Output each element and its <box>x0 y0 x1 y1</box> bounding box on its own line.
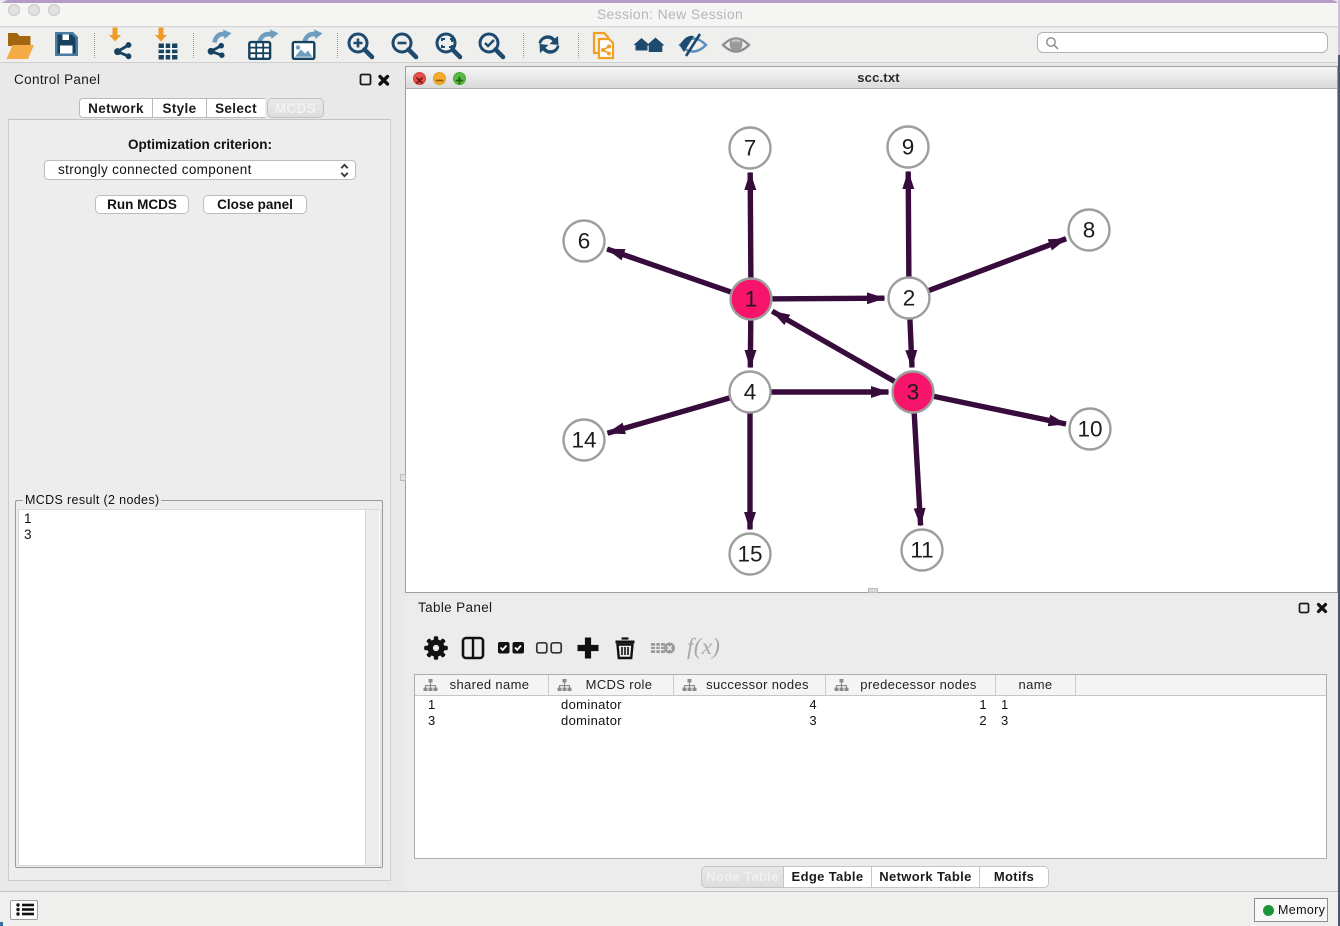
svg-text:1: 1 <box>745 287 758 312</box>
svg-text:6: 6 <box>578 229 591 254</box>
svg-text:2: 2 <box>903 286 916 311</box>
svg-text:3: 3 <box>907 380 920 405</box>
svg-text:7: 7 <box>744 136 757 161</box>
svg-text:10: 10 <box>1077 417 1102 442</box>
svg-text:9: 9 <box>902 135 915 160</box>
svg-text:14: 14 <box>571 428 596 453</box>
svg-text:15: 15 <box>737 542 762 567</box>
svg-text:8: 8 <box>1083 218 1096 243</box>
svg-text:11: 11 <box>910 538 933 563</box>
svg-text:4: 4 <box>744 380 757 405</box>
